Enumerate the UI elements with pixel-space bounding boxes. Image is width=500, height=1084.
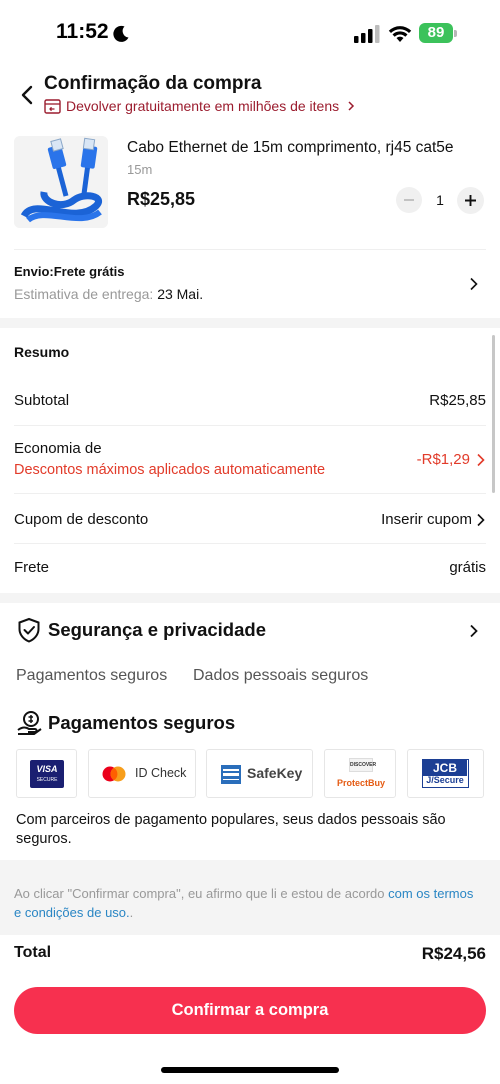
subtotal-label: Subtotal bbox=[14, 392, 70, 409]
status-bar: 11:52 89 bbox=[0, 0, 500, 64]
product-image[interactable] bbox=[14, 136, 108, 228]
security-title: Segurança e privacidade bbox=[48, 619, 266, 640]
coupon-label: Cupom de desconto bbox=[14, 511, 149, 528]
terms-notice: Ao clicar "Confirmar compra", eu afirmo … bbox=[0, 860, 500, 935]
free-return-text: Devolver gratuitamente em milhões de ite… bbox=[66, 98, 340, 114]
visa-secure-badge: VISA SECURE bbox=[16, 749, 77, 798]
shipping-label: Envio:Frete grátis bbox=[14, 264, 125, 279]
divider bbox=[14, 493, 486, 494]
freight-label: Frete bbox=[14, 559, 50, 576]
secure-payments-text: Pagamentos seguros bbox=[16, 667, 168, 684]
visa-text: VISA bbox=[36, 764, 58, 774]
shield-check-icon bbox=[18, 617, 40, 643]
order-summary: Resumo Subtotal R$25,85 Economia de Desc… bbox=[0, 328, 500, 593]
ethernet-cable-image bbox=[14, 136, 108, 228]
savings-note: Descontos máximos aplicados automaticame… bbox=[14, 462, 326, 478]
moon-icon bbox=[113, 25, 129, 42]
terms-statement: Ao clicar "Confirmar compra", eu afirmo … bbox=[14, 886, 389, 901]
terms-tail: . bbox=[129, 905, 134, 920]
mastercard-icon bbox=[102, 766, 126, 782]
section-gap bbox=[0, 593, 500, 603]
jcb-jsecure-badge: JCB J/Secure bbox=[407, 749, 484, 798]
back-arrow-icon[interactable] bbox=[18, 84, 38, 106]
plus-icon bbox=[465, 195, 476, 206]
battery-level: 89 bbox=[419, 23, 453, 43]
visa-secure-text: SECURE bbox=[36, 777, 58, 783]
return-box-icon bbox=[44, 98, 61, 114]
discover-logo: DISCOVER bbox=[349, 758, 376, 772]
secure-personal-data-text: Dados pessoais seguros bbox=[193, 667, 369, 684]
security-description: Com parceiros de pagamento populares, se… bbox=[16, 812, 446, 847]
savings-value[interactable]: -R$1,29 bbox=[417, 451, 470, 468]
chevron-right-icon bbox=[477, 513, 485, 527]
subtotal-value: R$25,85 bbox=[429, 392, 486, 409]
status-time: 11:52 bbox=[56, 20, 109, 43]
divider bbox=[14, 249, 486, 250]
summary-title: Resumo bbox=[14, 344, 70, 360]
amex-safekey-badge: SafeKey bbox=[206, 749, 313, 798]
battery-icon: 89 bbox=[419, 23, 457, 43]
chevron-right-icon bbox=[348, 101, 355, 111]
visa-secure-logo: VISA SECURE bbox=[30, 760, 64, 788]
jcb-text: JCB bbox=[423, 760, 467, 776]
page-title: Confirmação da compra bbox=[44, 73, 262, 94]
header: Confirmação da compra Devolver gratuitam… bbox=[0, 64, 500, 124]
mastercard-id-check-badge: ID Check bbox=[88, 749, 196, 798]
battery-tip bbox=[454, 30, 457, 37]
product-price: R$25,85 bbox=[127, 189, 196, 209]
jcb-logo: JCB J/Secure bbox=[422, 759, 469, 788]
free-return-link[interactable]: Devolver gratuitamente em milhões de ite… bbox=[44, 97, 357, 115]
home-indicator[interactable] bbox=[161, 1067, 339, 1073]
chevron-right-icon bbox=[470, 277, 478, 291]
amex-safekey-text: SafeKey bbox=[247, 765, 303, 781]
delivery-estimate-label: Estimativa de entrega: bbox=[14, 286, 154, 302]
discover-protectbuy-badge: DISCOVER ProtectBuy bbox=[324, 749, 396, 798]
total-value: R$24,56 bbox=[421, 944, 486, 963]
minus-icon bbox=[404, 199, 414, 201]
divider bbox=[14, 425, 486, 426]
delivery-estimate: Estimativa de entrega: 23 Mai. bbox=[14, 286, 203, 302]
secure-payment-icon bbox=[17, 711, 42, 735]
divider bbox=[14, 543, 486, 544]
confirm-purchase-button[interactable]: Confirmar a compra bbox=[14, 987, 486, 1034]
mastercard-id-check-text: ID Check bbox=[135, 766, 187, 780]
quantity-increase-button[interactable] bbox=[457, 187, 484, 214]
product-variant: 15m bbox=[127, 162, 153, 177]
discover-protectbuy-text: ProtectBuy bbox=[336, 778, 385, 788]
scrollbar[interactable] bbox=[492, 335, 495, 493]
payments-title: Pagamentos seguros bbox=[48, 712, 236, 733]
section-gap bbox=[0, 318, 500, 328]
terms-text: Ao clicar "Confirmar compra", eu afirmo … bbox=[14, 884, 484, 922]
security-section: Segurança e privacidade Pagamentos segur… bbox=[0, 603, 500, 860]
product-item: Cabo Ethernet de 15m comprimento, rj45 c… bbox=[14, 136, 486, 230]
cellular-signal-icon bbox=[354, 25, 380, 43]
product-name[interactable]: Cabo Ethernet de 15m comprimento, rj45 c… bbox=[127, 139, 454, 157]
amex-icon bbox=[221, 765, 241, 784]
wifi-icon bbox=[388, 26, 412, 42]
chevron-right-icon bbox=[477, 453, 485, 467]
quantity-decrease-button[interactable] bbox=[396, 187, 422, 213]
jcb-jsecure-text: J/Secure bbox=[426, 775, 464, 785]
quantity-value: 1 bbox=[436, 192, 444, 208]
total-label: Total bbox=[14, 944, 52, 961]
chevron-right-icon[interactable] bbox=[469, 624, 479, 638]
delivery-estimate-date: 23 Mai. bbox=[157, 286, 204, 302]
savings-label: Economia de bbox=[14, 440, 102, 457]
shipping-row[interactable]: Envio:Frete grátis Estimativa de entrega… bbox=[0, 252, 500, 318]
freight-value: grátis bbox=[449, 559, 486, 576]
insert-coupon-button[interactable]: Inserir cupom bbox=[381, 511, 472, 528]
